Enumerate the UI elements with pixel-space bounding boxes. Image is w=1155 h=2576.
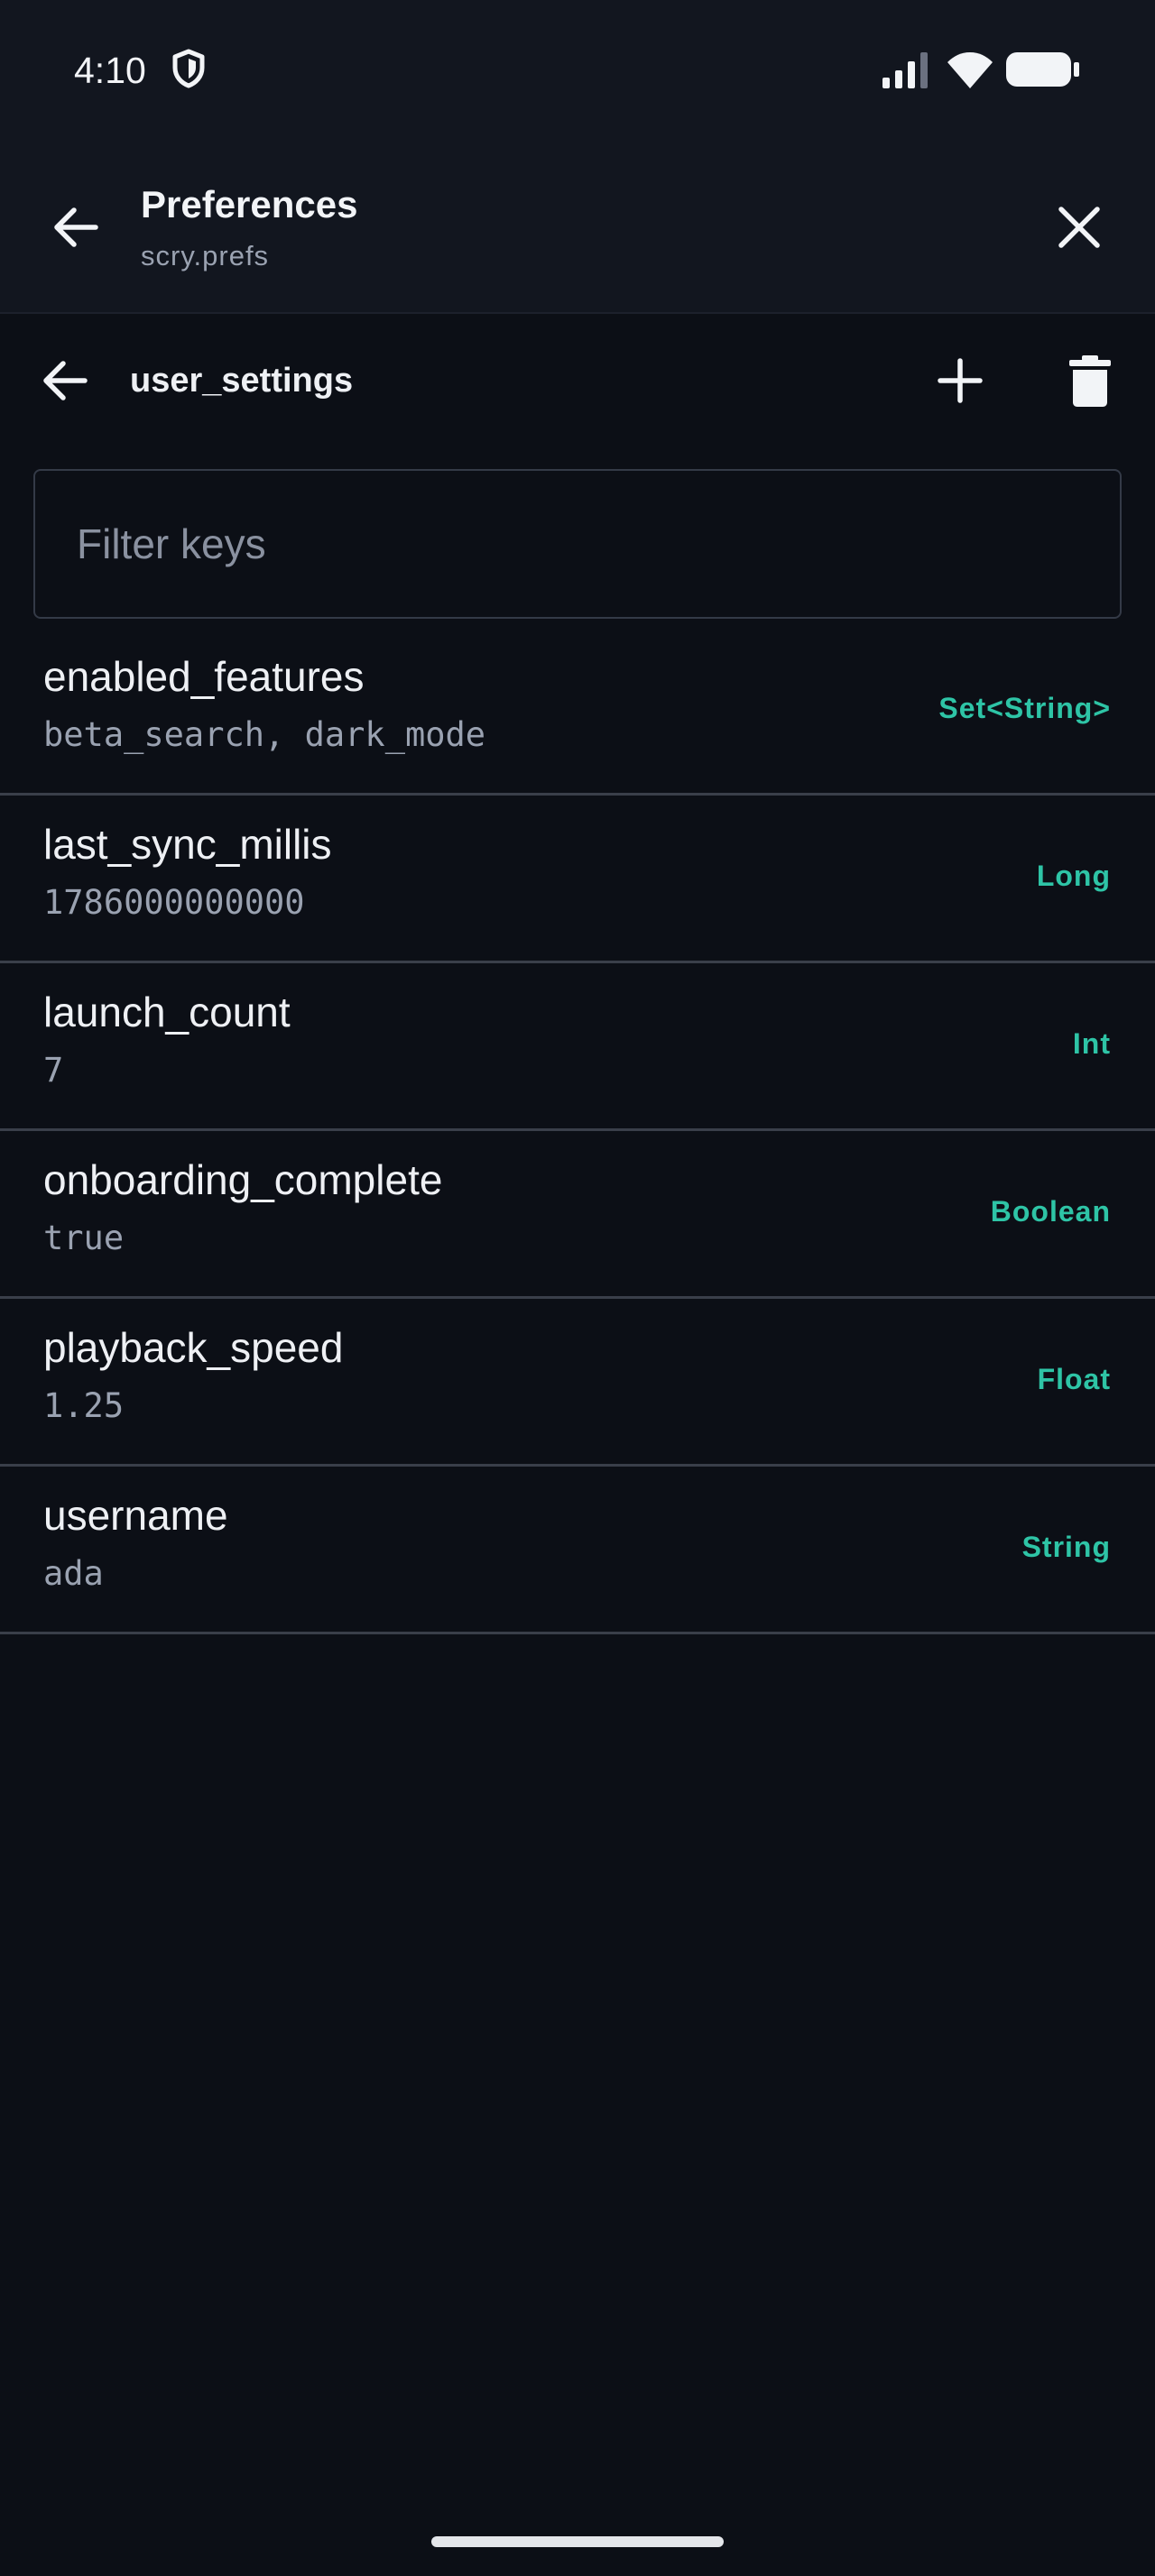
- pref-value: ada: [43, 1554, 104, 1593]
- list-item[interactable]: launch_count 7 Int: [0, 963, 1155, 1131]
- pref-type-badge: String: [1021, 1531, 1111, 1563]
- pref-key: last_sync_millis: [43, 821, 332, 868]
- pref-type-badge: Long: [1036, 860, 1111, 892]
- page-title: Preferences: [141, 183, 358, 225]
- pref-type-badge: Int: [1072, 1027, 1111, 1060]
- pref-type-badge: Float: [1037, 1363, 1111, 1395]
- status-bar: 4:10: [0, 0, 1155, 144]
- battery-icon: [1006, 52, 1079, 87]
- wifi-icon: [947, 52, 993, 88]
- shield-icon: [172, 49, 205, 88]
- home-indicator[interactable]: [431, 2536, 724, 2547]
- pref-type-badge: Set<String>: [938, 692, 1111, 724]
- filter-input[interactable]: [35, 471, 1120, 617]
- list-item[interactable]: onboarding_complete true Boolean: [0, 1131, 1155, 1299]
- list-item[interactable]: last_sync_millis 1786000000000 Long: [0, 796, 1155, 963]
- section-header: user_settings: [0, 316, 1155, 446]
- pref-value: 1.25: [43, 1386, 125, 1425]
- pref-key: launch_count: [43, 989, 291, 1035]
- pref-key: onboarding_complete: [43, 1156, 443, 1203]
- pref-value: beta_search, dark_mode: [43, 715, 486, 754]
- list-item[interactable]: playback_speed 1.25 Float: [0, 1299, 1155, 1467]
- pref-key: username: [43, 1492, 228, 1539]
- preference-list: enabled_features beta_search, dark_mode …: [0, 628, 1155, 1634]
- status-time: 4:10: [74, 50, 146, 91]
- list-item[interactable]: username ada String: [0, 1467, 1155, 1634]
- page-subtitle: scry.prefs: [141, 240, 270, 271]
- plus-icon[interactable]: [935, 355, 985, 406]
- arrow-back-icon[interactable]: [49, 200, 103, 254]
- pref-value: true: [43, 1219, 125, 1257]
- signal-icon: [882, 52, 928, 88]
- close-icon[interactable]: [1054, 202, 1104, 253]
- pref-key: enabled_features: [43, 653, 365, 700]
- filter-field: [33, 469, 1122, 619]
- list-item[interactable]: enabled_features beta_search, dark_mode …: [0, 628, 1155, 796]
- trash-icon[interactable]: [1068, 354, 1112, 408]
- pref-key: playback_speed: [43, 1324, 344, 1371]
- pref-value: 7: [43, 1051, 64, 1090]
- pref-value: 1786000000000: [43, 883, 305, 922]
- pref-type-badge: Boolean: [990, 1195, 1111, 1228]
- top-app-bar: Preferences scry.prefs: [0, 144, 1155, 314]
- section-title: user_settings: [130, 362, 354, 400]
- arrow-back-icon[interactable]: [40, 355, 90, 406]
